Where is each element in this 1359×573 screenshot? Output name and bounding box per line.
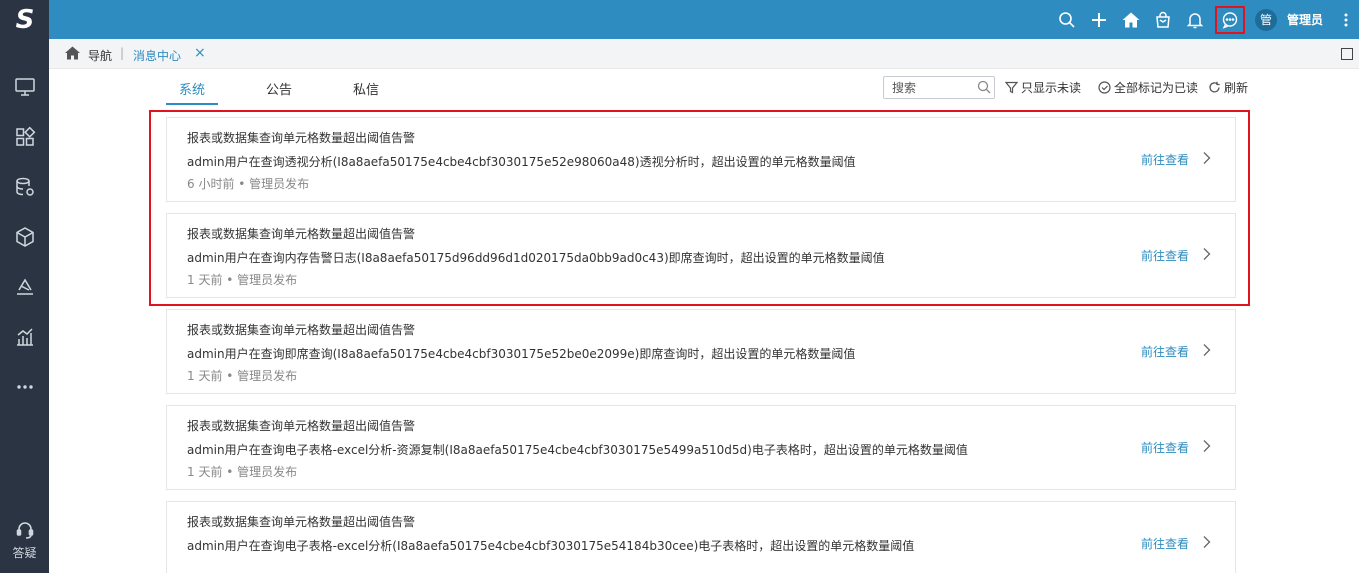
unread-only-filter[interactable]: 只显示未读 — [1005, 79, 1081, 96]
home-button[interactable] — [1115, 0, 1147, 39]
cube-icon — [15, 227, 34, 247]
chevron-right-icon[interactable] — [1201, 439, 1211, 453]
message-title: 报表或数据集查询单元格数量超出阈值告警 — [187, 515, 416, 529]
tab-system[interactable]: 系统 — [166, 70, 219, 105]
store-button[interactable] — [1147, 0, 1179, 39]
more-vertical-icon — [1344, 13, 1348, 26]
view-link[interactable]: 前往查看 — [1141, 343, 1189, 360]
bar-chart-icon — [16, 328, 33, 346]
breadcrumb-home[interactable] — [65, 46, 80, 60]
message-body: admin用户在查询电子表格-excel分析-资源复制(I8a8aefa5017… — [187, 443, 968, 457]
mark-all-read-label: 全部标记为已读 — [1114, 81, 1199, 95]
highlight-box — [149, 110, 1250, 306]
bell-icon — [1186, 12, 1204, 28]
message-card: 报表或数据集查询单元格数量超出阈值告警 admin用户在查询电子表格-excel… — [166, 501, 1236, 573]
refresh-icon — [1209, 81, 1220, 93]
chevron-right-icon[interactable] — [1201, 343, 1211, 357]
refresh-button[interactable]: 刷新 — [1208, 79, 1248, 96]
sidebar: S 答疑 — [0, 0, 49, 573]
message-title: 报表或数据集查询单元格数量超出阈值告警 — [187, 419, 416, 433]
filter-icon — [1005, 81, 1018, 94]
mark-all-read-button[interactable]: 全部标记为已读 — [1098, 79, 1198, 96]
headset-icon — [16, 522, 33, 539]
chevron-right-icon[interactable] — [1201, 535, 1211, 549]
sidebar-item-cube[interactable] — [0, 212, 49, 262]
sidebar-item-monitor[interactable] — [0, 62, 49, 112]
breadcrumb-separator: | — [120, 46, 125, 60]
maximize-icon[interactable] — [1341, 48, 1353, 60]
message-card: 报表或数据集查询单元格数量超出阈值告警 admin用户在查询电子表格-excel… — [166, 405, 1236, 490]
monitor-icon — [14, 78, 35, 96]
view-link[interactable]: 前往查看 — [1141, 535, 1189, 552]
layers-icon — [16, 278, 33, 295]
help-button[interactable]: 答疑 — [0, 520, 49, 561]
add-button[interactable] — [1083, 0, 1115, 39]
message-tabs: 系统 公告 私信 — [166, 70, 427, 105]
message-body: admin用户在查询即席查询(I8a8aefa50175e4cbe4cbf303… — [187, 347, 856, 361]
sidebar-item-database[interactable] — [0, 162, 49, 212]
notification-button[interactable] — [1179, 0, 1211, 39]
home-icon — [65, 46, 80, 60]
avatar[interactable]: 管 — [1254, 8, 1277, 31]
unread-only-label: 只显示未读 — [1021, 81, 1082, 95]
chat-icon — [1222, 11, 1238, 29]
search-icon[interactable] — [977, 80, 991, 94]
help-label: 答疑 — [12, 546, 37, 560]
logo-text: S — [15, 4, 35, 35]
refresh-label: 刷新 — [1224, 81, 1249, 95]
search-input[interactable] — [884, 77, 969, 98]
message-center-button[interactable] — [1214, 5, 1245, 34]
tab-message-center[interactable]: 消息中心 — [133, 47, 181, 64]
more-menu-button[interactable] — [1333, 0, 1359, 39]
sidebar-item-layers[interactable] — [0, 262, 49, 312]
check-circle-icon — [1098, 81, 1111, 94]
sidebar-item-more[interactable] — [0, 362, 49, 412]
plus-icon — [1091, 12, 1106, 27]
message-body: admin用户在查询电子表格-excel分析(I8a8aefa50175e4cb… — [187, 539, 915, 553]
sidebar-icons — [0, 62, 49, 412]
home-icon — [1122, 12, 1140, 27]
message-meta: 1 天前 • 管理员发布 — [187, 465, 298, 479]
search-box — [883, 76, 995, 99]
breadcrumb-nav[interactable]: 导航 — [88, 47, 112, 64]
view-link[interactable]: 前往查看 — [1141, 439, 1189, 456]
tab-private-message[interactable]: 私信 — [340, 70, 392, 105]
bag-icon — [1156, 11, 1170, 28]
tab-announcement[interactable]: 公告 — [253, 70, 305, 105]
user-name[interactable]: 管理员 — [1287, 11, 1323, 28]
top-actions: 管 管理员 — [1051, 0, 1359, 39]
sidebar-item-analysis[interactable] — [0, 312, 49, 362]
breadcrumb: 导航 | 消息中心 × — [49, 39, 1359, 69]
apps-grid-icon — [15, 126, 35, 146]
message-card: 报表或数据集查询单元格数量超出阈值告警 admin用户在查询即席查询(I8a8a… — [166, 309, 1236, 394]
more-horizontal-icon — [16, 385, 33, 389]
database-gear-icon — [15, 177, 34, 196]
search-button[interactable] — [1051, 0, 1083, 39]
top-bar: 管 管理员 — [49, 0, 1359, 39]
sidebar-item-apps[interactable] — [0, 112, 49, 162]
message-title: 报表或数据集查询单元格数量超出阈值告警 — [187, 323, 416, 337]
app-logo[interactable]: S — [0, 0, 49, 39]
close-tab-icon[interactable]: × — [194, 45, 206, 61]
message-meta: 1 天前 • 管理员发布 — [187, 369, 298, 383]
search-icon — [1059, 11, 1075, 28]
